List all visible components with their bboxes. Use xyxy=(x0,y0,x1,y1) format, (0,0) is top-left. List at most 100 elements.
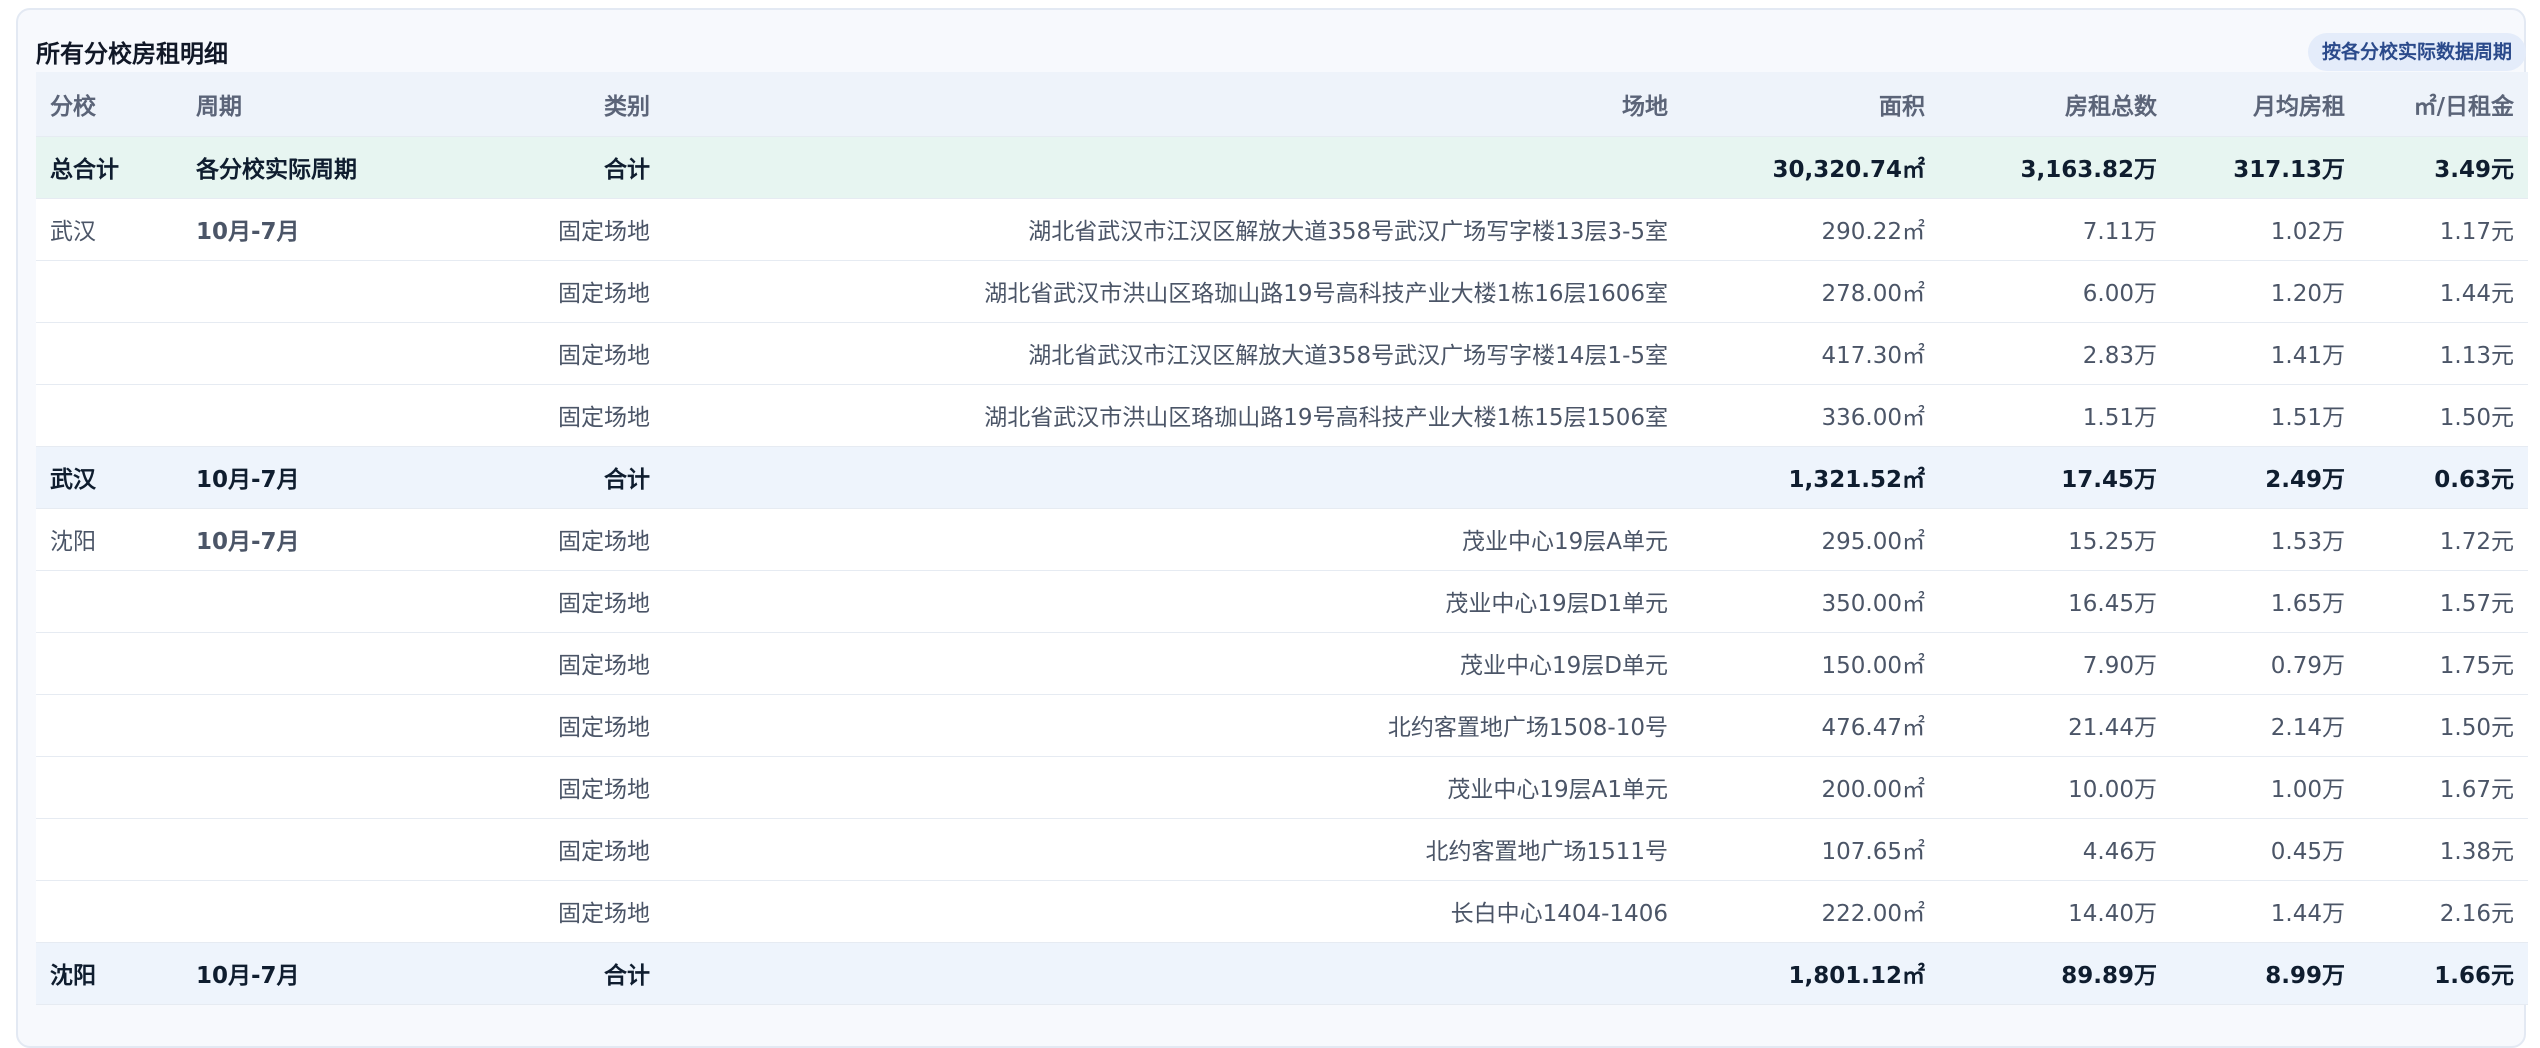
table-row: 武汉 10月-7月 固定场地 湖北省武汉市江汉区解放大道358号武汉广场写字楼13层3… xyxy=(36,198,2528,261)
col-header-school[interactable]: 分校 xyxy=(36,72,182,137)
cell-rent-total: 4.46万 xyxy=(1939,818,2171,881)
cell-monthly-rent: 2.49万 xyxy=(2171,446,2359,509)
cell-rent-total: 6.00万 xyxy=(1939,260,2171,323)
cell-rent-total: 17.45万 xyxy=(1939,446,2171,509)
cell-period: 10月-7月 xyxy=(182,508,412,571)
cell-school xyxy=(36,322,182,385)
cell-period: 10月-7月 xyxy=(182,942,412,1005)
cell-school: 武汉 xyxy=(36,198,182,261)
col-header-category[interactable]: 类别 xyxy=(412,72,664,137)
cell-rent-total: 1.51万 xyxy=(1939,384,2171,447)
cell-venue: 湖北省武汉市洪山区珞珈山路19号高科技产业大楼1栋16层1606室 xyxy=(664,260,1682,323)
cell-area: 1,321.52㎡ xyxy=(1682,446,1939,509)
cell-period xyxy=(182,384,412,447)
subtotal-row: 沈阳 10月-7月 合计 1,801.12㎡ 89.89万 8.99万 1.66元 xyxy=(36,942,2528,1005)
cell-period: 10月-7月 xyxy=(182,198,412,261)
cell-rent-total: 14.40万 xyxy=(1939,880,2171,943)
cell-daily-rate: 1.17元 xyxy=(2359,198,2528,261)
data-period-badge[interactable]: 按各分校实际数据周期 xyxy=(2307,33,2526,71)
cell-rent-total: 3,163.82万 xyxy=(1939,136,2171,199)
table-row: 固定场地 湖北省武汉市江汉区解放大道358号武汉广场写字楼14层1-5室 417.3… xyxy=(36,322,2528,385)
cell-daily-rate: 1.13元 xyxy=(2359,322,2528,385)
cell-area: 278.00㎡ xyxy=(1682,260,1939,323)
cell-daily-rate: 1.66元 xyxy=(2359,942,2528,1005)
cell-category: 固定场地 xyxy=(412,570,664,633)
cell-category: 固定场地 xyxy=(412,694,664,757)
cell-venue: 北约客置地广场1511号 xyxy=(664,818,1682,881)
cell-daily-rate: 0.63元 xyxy=(2359,446,2528,509)
cell-area: 150.00㎡ xyxy=(1682,632,1939,695)
cell-daily-rate: 1.38元 xyxy=(2359,818,2528,881)
cell-venue xyxy=(664,446,1682,509)
cell-category: 合计 xyxy=(412,942,664,1005)
cell-area: 350.00㎡ xyxy=(1682,570,1939,633)
cell-category: 固定场地 xyxy=(412,818,664,881)
cell-category: 合计 xyxy=(412,136,664,199)
col-header-venue[interactable]: 场地 xyxy=(664,72,1682,137)
cell-venue xyxy=(664,942,1682,1005)
cell-daily-rate: 1.72元 xyxy=(2359,508,2528,571)
cell-area: 290.22㎡ xyxy=(1682,198,1939,261)
table-row: 固定场地 长白中心1404-1406 222.00㎡ 14.40万 1.44万 2.16元 xyxy=(36,880,2528,943)
cell-daily-rate: 1.44元 xyxy=(2359,260,2528,323)
col-header-rent-total[interactable]: 房租总数 xyxy=(1939,72,2171,137)
cell-category: 固定场地 xyxy=(412,322,664,385)
cell-school xyxy=(36,384,182,447)
col-header-area[interactable]: 面积 xyxy=(1682,72,1939,137)
cell-daily-rate: 3.49元 xyxy=(2359,136,2528,199)
cell-category: 固定场地 xyxy=(412,260,664,323)
cell-daily-rate: 1.67元 xyxy=(2359,756,2528,819)
col-header-monthly-rent[interactable]: 月均房租 xyxy=(2171,72,2359,137)
cell-venue: 湖北省武汉市洪山区珞珈山路19号高科技产业大楼1栋15层1506室 xyxy=(664,384,1682,447)
cell-period xyxy=(182,818,412,881)
cell-area: 30,320.74㎡ xyxy=(1682,136,1939,199)
cell-period xyxy=(182,322,412,385)
cell-monthly-rent: 1.51万 xyxy=(2171,384,2359,447)
cell-monthly-rent: 0.45万 xyxy=(2171,818,2359,881)
cell-school xyxy=(36,880,182,943)
cell-area: 200.00㎡ xyxy=(1682,756,1939,819)
subtotal-row: 武汉 10月-7月 合计 1,321.52㎡ 17.45万 2.49万 0.63元 xyxy=(36,446,2528,509)
cell-rent-total: 15.25万 xyxy=(1939,508,2171,571)
cell-period xyxy=(182,570,412,633)
cell-venue: 北约客置地广场1508-10号 xyxy=(664,694,1682,757)
cell-monthly-rent: 1.41万 xyxy=(2171,322,2359,385)
table-row: 固定场地 茂业中心19层D1单元 350.00㎡ 16.45万 1.65万 1.57元 xyxy=(36,570,2528,633)
col-header-daily-rate[interactable]: ㎡/日租金 xyxy=(2359,72,2528,137)
cell-monthly-rent: 1.44万 xyxy=(2171,880,2359,943)
cell-period xyxy=(182,260,412,323)
table-row: 固定场地 湖北省武汉市洪山区珞珈山路19号高科技产业大楼1栋16层1606室 278… xyxy=(36,260,2528,323)
cell-area: 336.00㎡ xyxy=(1682,384,1939,447)
cell-area: 476.47㎡ xyxy=(1682,694,1939,757)
cell-school xyxy=(36,632,182,695)
cell-monthly-rent: 1.00万 xyxy=(2171,756,2359,819)
cell-venue: 湖北省武汉市江汉区解放大道358号武汉广场写字楼13层3-5室 xyxy=(664,198,1682,261)
cell-daily-rate: 1.50元 xyxy=(2359,384,2528,447)
cell-venue: 湖北省武汉市江汉区解放大道358号武汉广场写字楼14层1-5室 xyxy=(664,322,1682,385)
col-header-period[interactable]: 周期 xyxy=(182,72,412,137)
cell-category: 固定场地 xyxy=(412,198,664,261)
cell-rent-total: 2.83万 xyxy=(1939,322,2171,385)
cell-period: 各分校实际周期 xyxy=(182,136,412,199)
cell-monthly-rent: 1.20万 xyxy=(2171,260,2359,323)
cell-venue: 茂业中心19层A1单元 xyxy=(664,756,1682,819)
cell-area: 417.30㎡ xyxy=(1682,322,1939,385)
cell-category: 固定场地 xyxy=(412,756,664,819)
table-row: 固定场地 北约客置地广场1511号 107.65㎡ 4.46万 0.45万 1.38元 xyxy=(36,818,2528,881)
cell-monthly-rent: 1.02万 xyxy=(2171,198,2359,261)
rent-table: 分校 周期 类别 场地 面积 房租总数 月均房租 ㎡/日租金 总合计 各分校实际… xyxy=(36,72,2528,1005)
cell-school: 总合计 xyxy=(36,136,182,199)
cell-category: 固定场地 xyxy=(412,508,664,571)
cell-category: 固定场地 xyxy=(412,880,664,943)
cell-venue: 长白中心1404-1406 xyxy=(664,880,1682,943)
cell-school xyxy=(36,260,182,323)
cell-period xyxy=(182,632,412,695)
grand-total-row: 总合计 各分校实际周期 合计 30,320.74㎡ 3,163.82万 317.… xyxy=(36,136,2528,199)
cell-monthly-rent: 0.79万 xyxy=(2171,632,2359,695)
table-header-row: 分校 周期 类别 场地 面积 房租总数 月均房租 ㎡/日租金 xyxy=(36,72,2528,137)
cell-daily-rate: 2.16元 xyxy=(2359,880,2528,943)
cell-monthly-rent: 2.14万 xyxy=(2171,694,2359,757)
cell-school xyxy=(36,756,182,819)
cell-venue: 茂业中心19层D1单元 xyxy=(664,570,1682,633)
cell-category: 固定场地 xyxy=(412,632,664,695)
